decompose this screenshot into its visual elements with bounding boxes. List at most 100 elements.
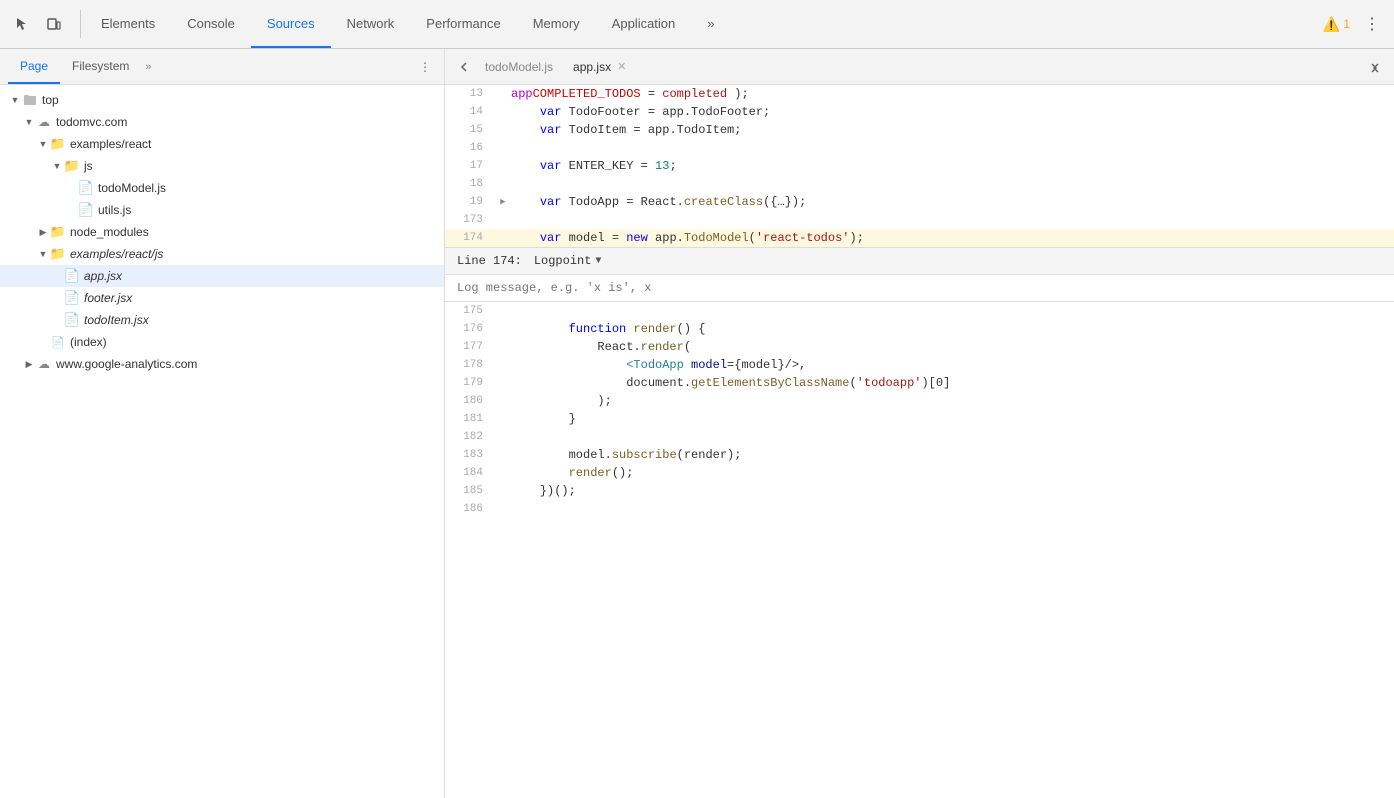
tree-label-index: (index) — [70, 335, 107, 349]
logpoint-input[interactable] — [457, 281, 1382, 295]
tree-item-examples-react-js[interactable]: 📁 examples/react/js — [0, 243, 444, 265]
tab-sources[interactable]: Sources — [251, 0, 331, 48]
device-icon-btn[interactable] — [40, 10, 68, 38]
tree-label-todomodel: todoModel.js — [98, 181, 166, 195]
tree-item-app-jsx[interactable]: 📄 app.jsx — [0, 265, 444, 287]
sidebar-action-btn[interactable]: ⋮ — [414, 56, 436, 78]
code-line-18: 18 — [445, 175, 1394, 193]
tree-label-examples-react: examples/react — [70, 137, 151, 151]
code-line-13: 13 appCOMPLETED_TODOS = completed ); — [445, 85, 1394, 103]
tree-item-todomvc[interactable]: ☁ todomvc.com — [0, 111, 444, 133]
tree-label-todoitem-jsx: todoItem.jsx — [84, 313, 149, 327]
code-nav-back-btn[interactable] — [453, 56, 475, 78]
file-icon-app-jsx: 📄 — [64, 268, 80, 284]
tree-arrow-examples-react — [36, 137, 50, 151]
sidebar-tab-page[interactable]: Page — [8, 49, 60, 84]
tab-list: Elements Console Sources Network Perform… — [85, 0, 731, 48]
tree-item-todoitem-jsx[interactable]: 📄 todoItem.jsx — [0, 309, 444, 331]
tree-arrow-js — [50, 159, 64, 173]
code-panel-right — [1364, 56, 1386, 78]
tab-more[interactable]: » — [691, 0, 730, 48]
code-line-186: 186 — [445, 500, 1394, 518]
folder-icon-examples-react-js: 📁 — [50, 246, 66, 262]
code-line-185: 185 })(); — [445, 482, 1394, 500]
tree-label-todomvc: todomvc.com — [56, 115, 127, 129]
tab-network[interactable]: Network — [331, 0, 411, 48]
tab-memory[interactable]: Memory — [517, 0, 596, 48]
code-bottom-section: 175 176 function render() { 177 React.re… — [445, 302, 1394, 798]
sidebar-header-actions: ⋮ — [414, 56, 436, 78]
code-panel: todoModel.js app.jsx ✕ 13 appCOMPLETED_T… — [445, 49, 1394, 798]
sidebar-header: Page Filesystem » ⋮ — [0, 49, 444, 85]
code-line-177: 177 React.render( — [445, 338, 1394, 356]
logpoint-bar: Line 174: Logpoint ▼ — [445, 247, 1394, 275]
code-tab-app-jsx-label: app.jsx — [573, 60, 611, 74]
sidebar-tab-more[interactable]: » — [141, 61, 155, 73]
code-line-17: 17 var ENTER_KEY = 13; — [445, 157, 1394, 175]
file-icon-utils: 📄 — [78, 202, 94, 218]
code-line-173: 173 — [445, 211, 1394, 229]
logpoint-type-dropdown[interactable]: Logpoint ▼ — [534, 254, 602, 268]
tree-arrow-google-analytics — [22, 357, 36, 371]
tree-arrow-examples-react-js — [36, 247, 50, 261]
tree-item-google-analytics[interactable]: ☁ www.google-analytics.com — [0, 353, 444, 375]
file-icon-todomodel: 📄 — [78, 180, 94, 196]
logpoint-dropdown-arrow: ▼ — [595, 256, 601, 267]
folder-icon-examples-react: 📁 — [50, 136, 66, 152]
tree-item-top[interactable]: top — [0, 89, 444, 111]
file-icon-footer-jsx: 📄 — [64, 290, 80, 306]
tree-label-google-analytics: www.google-analytics.com — [56, 357, 197, 371]
collapse-panel-btn[interactable] — [1364, 56, 1386, 78]
code-tab-todomodel[interactable]: todoModel.js — [475, 49, 563, 84]
tab-console[interactable]: Console — [171, 0, 251, 48]
code-line-179: 179 document.getElementsByClassName('tod… — [445, 374, 1394, 392]
code-line-183: 183 model.subscribe(render); — [445, 446, 1394, 464]
file-tree: top ☁ todomvc.com 📁 examples/react 📁 — [0, 85, 444, 798]
tab-performance[interactable]: Performance — [410, 0, 516, 48]
sidebar-tab-filesystem[interactable]: Filesystem — [60, 49, 141, 84]
tree-label-examples-react-js: examples/react/js — [70, 247, 163, 261]
code-area: 13 appCOMPLETED_TODOS = completed ); 14 … — [445, 85, 1394, 798]
tree-item-todomodel[interactable]: 📄 todoModel.js — [0, 177, 444, 199]
code-line-181: 181 } — [445, 410, 1394, 428]
tree-item-js[interactable]: 📁 js — [0, 155, 444, 177]
code-top-section: 13 appCOMPLETED_TODOS = completed ); 14 … — [445, 85, 1394, 247]
toolbar-right: ⚠️ 1 ⋮ — [1323, 10, 1386, 38]
tab-elements[interactable]: Elements — [85, 0, 171, 48]
code-line-175: 175 — [445, 302, 1394, 320]
code-line-180: 180 ); — [445, 392, 1394, 410]
folder-icon-top — [22, 92, 38, 108]
cloud-icon-todomvc: ☁ — [36, 114, 52, 130]
warning-icon: ⚠️ — [1323, 16, 1340, 33]
warning-badge[interactable]: ⚠️ 1 — [1323, 16, 1350, 33]
folder-icon-node-modules: 📁 — [50, 224, 66, 240]
logpoint-type-label: Logpoint — [534, 254, 592, 268]
code-tab-app-jsx[interactable]: app.jsx ✕ — [563, 49, 636, 84]
file-icon-todoitem-jsx: 📄 — [64, 312, 80, 328]
toolbar-icons — [8, 10, 81, 38]
more-options-btn[interactable]: ⋮ — [1358, 10, 1386, 38]
tree-item-footer-jsx[interactable]: 📄 footer.jsx — [0, 287, 444, 309]
code-line-14: 14 var TodoFooter = app.TodoFooter; — [445, 103, 1394, 121]
devtools-toolbar: Elements Console Sources Network Perform… — [0, 0, 1394, 49]
code-tab-close-btn[interactable]: ✕ — [617, 60, 626, 73]
code-line-178: 178 <TodoApp model={model}/>, — [445, 356, 1394, 374]
tree-item-node-modules[interactable]: 📁 node_modules — [0, 221, 444, 243]
cursor-icon-btn[interactable] — [8, 10, 36, 38]
tree-item-utils[interactable]: 📄 utils.js — [0, 199, 444, 221]
code-panel-header: todoModel.js app.jsx ✕ — [445, 49, 1394, 85]
tree-arrow-todomvc — [22, 115, 36, 129]
sidebar: Page Filesystem » ⋮ top — [0, 49, 445, 798]
code-line-16: 16 — [445, 139, 1394, 157]
folder-icon-js: 📁 — [64, 158, 80, 174]
tree-item-examples-react[interactable]: 📁 examples/react — [0, 133, 444, 155]
tree-item-index[interactable]: 📄 (index) — [0, 331, 444, 353]
tab-application[interactable]: Application — [596, 0, 692, 48]
tree-label-app-jsx: app.jsx — [84, 269, 122, 283]
code-line-176: 176 function render() { — [445, 320, 1394, 338]
tree-arrow-top — [8, 93, 22, 107]
tree-label-top: top — [42, 93, 59, 107]
code-line-19: 19 ▶ var TodoApp = React.createClass({…}… — [445, 193, 1394, 211]
code-line-184: 184 render(); — [445, 464, 1394, 482]
file-icon-index: 📄 — [50, 334, 66, 350]
